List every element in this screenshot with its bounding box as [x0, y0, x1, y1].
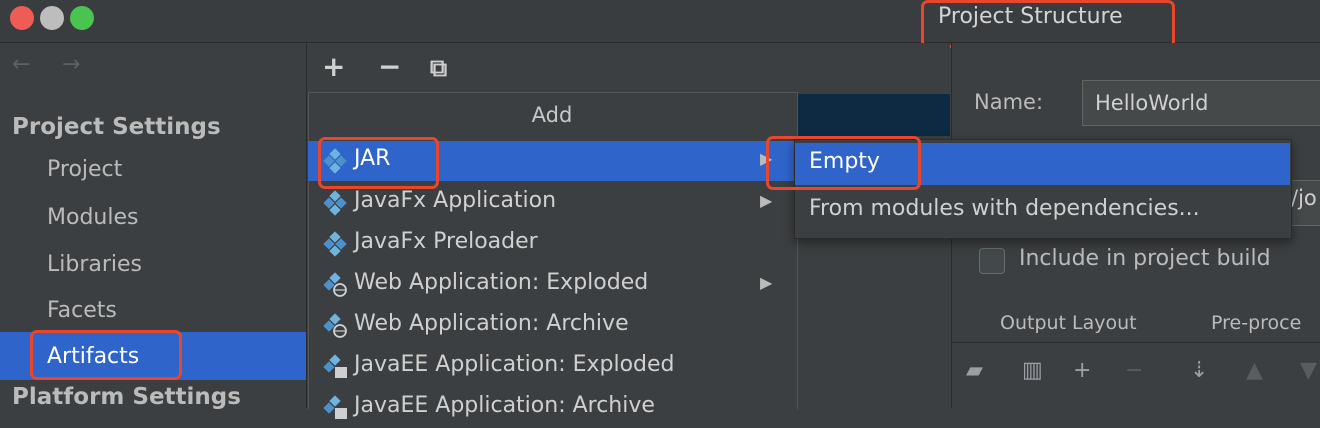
artifact-list-selection — [797, 94, 950, 136]
menu-item-label: JavaEE Application: Exploded — [354, 352, 675, 377]
menu-item-label: JAR — [354, 146, 391, 171]
menu-item-label: Web Application: Archive — [354, 311, 629, 336]
sidebar-item-modules[interactable]: Modules — [47, 205, 138, 230]
tab-divider — [951, 342, 1320, 343]
sidebar-selection-highlight — [0, 332, 306, 380]
archive-icon[interactable]: ▥ — [1022, 358, 1043, 383]
name-field[interactable] — [1082, 80, 1320, 126]
zoom-window-button[interactable] — [70, 6, 94, 30]
include-in-build-label: Include in project build — [1019, 246, 1271, 271]
submenu-item-empty-label: Empty — [809, 149, 880, 174]
project-settings-header: Project Settings — [12, 114, 221, 140]
menu-item-web-application-archive[interactable]: Web Application: Archive — [308, 306, 796, 346]
tab-pre-processing[interactable]: Pre-proce — [1211, 312, 1301, 334]
web-artifact-icon — [323, 313, 347, 338]
menu-item-jar[interactable]: JAR ▶ — [308, 141, 796, 181]
menu-item-javaee-application-archive[interactable]: JavaEE Application: Archive — [308, 388, 796, 428]
menu-item-label: Web Application: Exploded — [354, 270, 649, 295]
menu-item-label: JavaFx Preloader — [354, 229, 538, 254]
sort-icon[interactable]: ⇣ — [1190, 358, 1208, 383]
move-up-icon[interactable]: ▲ — [1246, 358, 1263, 383]
menu-item-label: JavaEE Application: Archive — [354, 393, 655, 418]
web-artifact-icon — [323, 272, 347, 297]
menu-item-label: JavaFx Application — [354, 188, 557, 213]
copy-icon[interactable]: ⧉ — [430, 54, 447, 82]
name-label: Name: — [974, 90, 1044, 114]
artifact-diamond-icon — [323, 190, 347, 216]
artifact-diamond-icon — [323, 148, 347, 174]
tab-output-layout[interactable]: Output Layout — [1000, 312, 1137, 334]
menu-item-web-application-exploded[interactable]: Web Application: Exploded ▶ — [308, 265, 796, 305]
sidebar-item-facets[interactable]: Facets — [47, 298, 117, 323]
submenu-arrow-icon: ▶ — [760, 273, 773, 292]
sidebar-item-artifacts[interactable]: Artifacts — [47, 344, 139, 369]
menu-item-javafx-preloader[interactable]: JavaFx Preloader — [308, 224, 796, 264]
submenu-item-from-modules[interactable]: From modules with dependencies... — [809, 196, 1200, 221]
add-element-icon[interactable]: + — [1073, 358, 1091, 383]
javaee-artifact-icon — [323, 395, 347, 419]
add-menu-title: Add — [531, 103, 573, 127]
sidebar-item-project[interactable]: Project — [47, 157, 122, 182]
submenu-arrow-icon: ▶ — [760, 191, 773, 210]
sidebar-item-libraries[interactable]: Libraries — [47, 252, 142, 277]
minimize-window-button[interactable] — [40, 6, 64, 30]
menu-item-javaee-application-exploded[interactable]: JavaEE Application: Exploded — [308, 347, 796, 387]
platform-settings-header: Platform Settings — [12, 384, 241, 410]
back-arrow-icon[interactable]: ← — [12, 52, 30, 77]
remove-element-icon[interactable]: − — [1125, 358, 1143, 383]
remove-artifact-button[interactable]: − — [378, 50, 401, 83]
new-directory-icon[interactable]: ▰ — [966, 358, 983, 383]
close-window-button[interactable] — [10, 6, 34, 30]
include-in-build-checkbox[interactable] — [979, 248, 1005, 274]
javaee-artifact-icon — [323, 354, 347, 378]
submenu-arrow-icon: ▶ — [760, 149, 773, 168]
add-artifact-button[interactable]: + — [322, 50, 345, 83]
move-down-icon[interactable]: ▼ — [1300, 358, 1317, 383]
forward-arrow-icon[interactable]: → — [62, 52, 80, 77]
menu-item-javafx-application[interactable]: JavaFx Application ▶ — [308, 183, 796, 223]
window-title: Project Structure — [938, 4, 1123, 29]
artifact-diamond-icon — [323, 231, 347, 257]
output-directory-value: /jo — [1291, 186, 1317, 210]
